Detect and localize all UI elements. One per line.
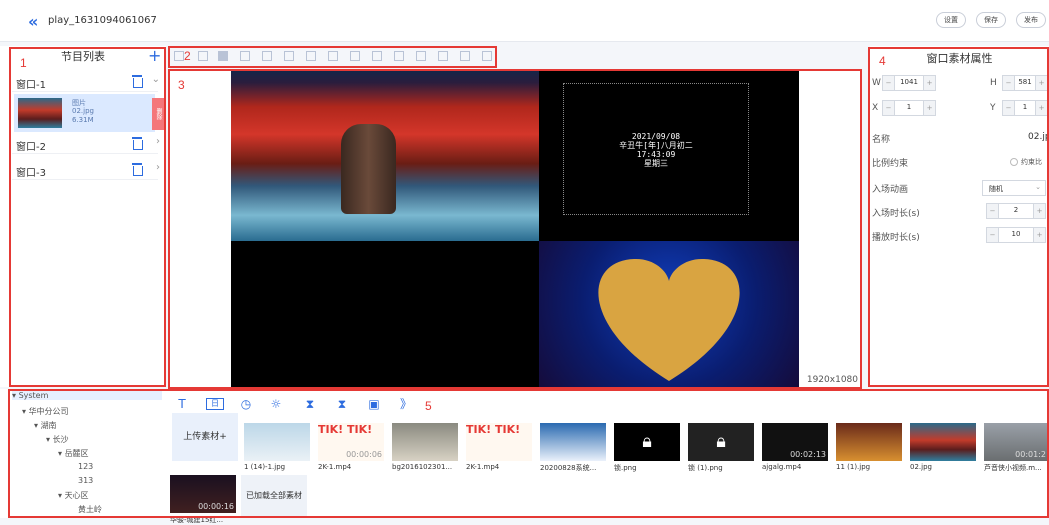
- region-number-3: 3: [178, 78, 185, 92]
- region-box-3: [168, 69, 862, 389]
- publish-button[interactable]: 发布: [1016, 12, 1046, 28]
- region-number-5: 5: [425, 399, 432, 413]
- back-chevron-icon[interactable]: «: [28, 12, 38, 31]
- settings-button[interactable]: 设置: [936, 12, 966, 28]
- region-box-4: [868, 47, 1049, 387]
- region-number-1: 1: [20, 56, 27, 70]
- region-number-2: 2: [184, 49, 191, 63]
- save-button[interactable]: 保存: [976, 12, 1006, 28]
- program-title: play_1631094061067: [48, 15, 157, 26]
- region-number-4: 4: [879, 54, 886, 68]
- top-bar: « play_1631094061067 设置 保存 发布: [0, 0, 1049, 42]
- region-box-5: [8, 389, 1049, 518]
- region-box-1: [9, 47, 166, 387]
- region-box-2: [168, 46, 497, 68]
